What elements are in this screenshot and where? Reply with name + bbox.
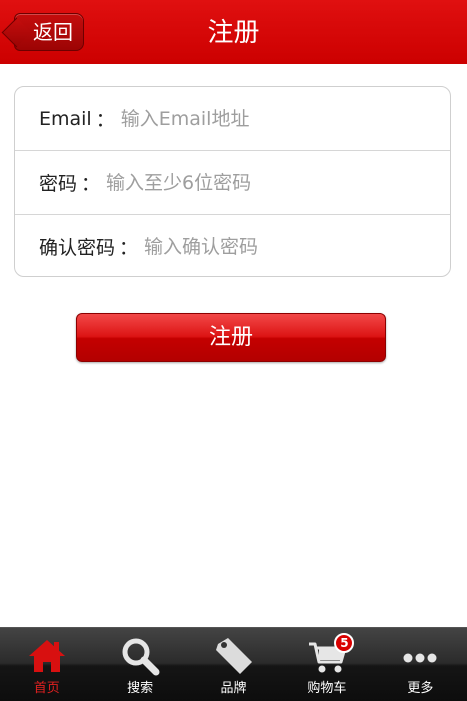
tab-cart-label: 购物车 — [307, 681, 347, 696]
password-colon: ： — [81, 173, 101, 195]
confirm-password-label: 确认密码 — [39, 237, 116, 259]
email-colon: ： — [95, 109, 115, 131]
password-field[interactable] — [106, 171, 434, 194]
register-button[interactable]: 注册 — [76, 313, 386, 362]
cart-badge: 5 — [334, 633, 355, 653]
search-icon — [122, 638, 160, 676]
password-row: 密码 ： — [15, 151, 450, 215]
tab-brand[interactable]: 品牌 — [187, 628, 280, 701]
email-label: Email — [39, 107, 92, 130]
confirm-password-row: 确认密码 ： — [15, 215, 450, 278]
password-label: 密码 — [39, 173, 78, 195]
tab-brand-label: 品牌 — [220, 681, 247, 696]
tab-search[interactable]: 搜索 — [93, 628, 186, 701]
tab-home-label: 首页 — [33, 681, 60, 696]
tab-more-label: 更多 — [407, 681, 434, 696]
tab-home[interactable]: 首页 — [0, 628, 93, 701]
email-row: Email ： — [15, 87, 450, 151]
register-form: Email ： 密码 ： 确认密码 ： — [14, 86, 451, 277]
back-button[interactable]: 返回 — [14, 13, 84, 51]
home-icon — [28, 640, 65, 672]
email-field[interactable] — [120, 107, 434, 130]
more-icon — [403, 653, 437, 663]
tab-more[interactable]: 更多 — [374, 628, 467, 701]
confirm-password-field[interactable] — [144, 235, 434, 258]
tab-search-label: 搜索 — [127, 681, 154, 696]
header-bar: 返回 注册 — [0, 0, 467, 64]
tab-bar: 首页 搜索 品牌 5 购物车 更多 — [0, 627, 467, 701]
tag-icon — [215, 638, 252, 674]
confirm-password-colon: ： — [119, 237, 139, 259]
tab-cart[interactable]: 5 购物车 — [280, 628, 373, 701]
